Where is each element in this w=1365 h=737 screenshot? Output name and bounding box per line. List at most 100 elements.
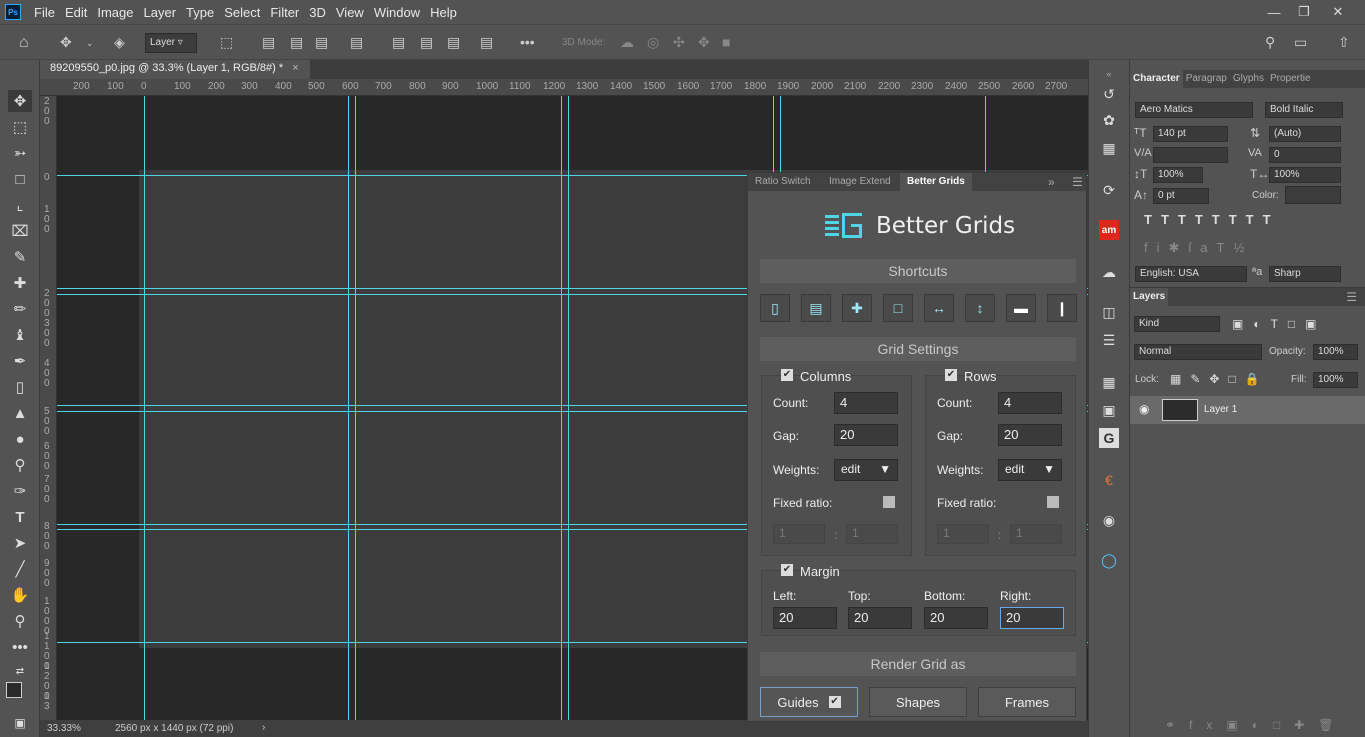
quick-mask-icon[interactable]: ▣ — [8, 712, 32, 734]
menu-filter[interactable]: Filter — [265, 5, 304, 20]
stack-icon[interactable]: ☰ — [1099, 330, 1119, 350]
render-shapes-button[interactable]: Shapes — [869, 687, 967, 717]
frame-icon[interactable]: □ — [883, 294, 913, 322]
guides-checkbox[interactable]: ✔ — [828, 696, 841, 708]
move-tool-icon[interactable]: ✥ — [8, 90, 32, 112]
plugin-e-icon[interactable]: € — [1099, 470, 1119, 490]
history-brush-tool-icon[interactable]: ✒ — [8, 350, 32, 372]
chevron-down-icon[interactable]: ⌄ — [86, 38, 94, 49]
eyedropper-tool-icon[interactable]: ✎ — [8, 246, 32, 268]
refresh-plugin-icon[interactable]: ⟳ — [1099, 180, 1119, 200]
leading-input[interactable]: (Auto) — [1269, 126, 1341, 142]
close-tab-icon[interactable]: × — [292, 62, 298, 74]
ratio-switch-icon[interactable]: ▦ — [1099, 372, 1119, 392]
better-grids-icon[interactable]: G — [1099, 428, 1119, 448]
menu-edit[interactable]: Edit — [60, 5, 92, 20]
opacity-input[interactable]: 100% — [1313, 344, 1358, 360]
plugin-face-icon[interactable]: ◉ — [1099, 510, 1119, 530]
collapse-panel-icon[interactable]: » — [1048, 175, 1055, 189]
kind-filter-select[interactable]: Kind — [1134, 316, 1220, 332]
3d-camera-icon[interactable]: ■ — [722, 34, 730, 50]
quick-select-tool-icon[interactable]: □ — [8, 168, 32, 190]
filter-icons[interactable]: ▣◐T□▣ — [1232, 317, 1327, 331]
split-cross-icon[interactable]: ✚ — [842, 294, 872, 322]
distribute-icon[interactable]: ▤ — [350, 34, 363, 51]
swap-colors-icon[interactable]: ⇄ — [8, 660, 32, 682]
tab-better-grids[interactable]: Better Grids — [900, 173, 972, 191]
panel-menu-icon[interactable]: ☰ — [1346, 290, 1357, 304]
split-vertical-icon[interactable]: ▯ — [760, 294, 790, 322]
rows-gap-input[interactable]: 20 — [998, 424, 1062, 446]
menu-3d[interactable]: 3D — [304, 5, 331, 20]
eye-icon[interactable]: ◉ — [1139, 402, 1149, 416]
layers-comp-icon[interactable]: ◫ — [1099, 302, 1119, 322]
rows-fixed-ratio-checkbox[interactable] — [1047, 496, 1059, 508]
share-icon[interactable]: ⇧ — [1338, 34, 1350, 51]
opentype-buttons[interactable]: fi✱ſaT½ — [1144, 240, 1253, 256]
home-icon[interactable]: ⌂ — [19, 34, 29, 52]
hand-tool-icon[interactable]: ✋ — [8, 584, 32, 606]
tab-layers[interactable]: Layers — [1130, 288, 1169, 306]
collapse-icon[interactable]: « — [1099, 64, 1119, 84]
menu-select[interactable]: Select — [219, 5, 265, 20]
language-select[interactable]: English: USA — [1135, 266, 1247, 282]
tracking-input[interactable]: 0 — [1269, 147, 1341, 163]
image-extend-icon[interactable]: ▣ — [1099, 400, 1119, 420]
marquee-tool-icon[interactable]: ⬚ — [8, 116, 32, 138]
search-icon[interactable]: ⚲ — [1265, 34, 1275, 51]
expand-horizontal-icon[interactable]: ↔ — [924, 294, 954, 322]
rows-checkbox[interactable]: ✔ — [945, 369, 957, 381]
align-bottom-icon[interactable]: ▤ — [447, 34, 460, 51]
restore-icon[interactable]: ❐ — [1287, 0, 1321, 24]
3d-orbit-icon[interactable]: ☁ — [620, 34, 634, 51]
frame-tool-icon[interactable]: ⌧ — [8, 220, 32, 242]
stamp-tool-icon[interactable]: ♝ — [8, 324, 32, 346]
blur-tool-icon[interactable]: ● — [8, 428, 32, 450]
dodge-tool-icon[interactable]: ⚲ — [8, 454, 32, 476]
menu-file[interactable]: File — [29, 5, 60, 20]
guide-vertical[interactable] — [561, 96, 562, 720]
plugin-circle-icon[interactable]: ◯ — [1099, 550, 1119, 570]
render-guides-button[interactable]: Guides ✔ — [760, 687, 858, 717]
tab-glyphs[interactable]: Glyphs — [1230, 70, 1267, 88]
columns-ratio-b-input[interactable]: 1 — [846, 524, 898, 544]
margin-bottom-input[interactable]: 20 — [924, 607, 988, 629]
document-tab[interactable]: 89209550_p0.jpg @ 33.3% (Layer 1, RGB/8#… — [40, 60, 310, 79]
guide-vertical[interactable] — [568, 96, 569, 720]
lock-icons[interactable]: ▦✎✥□🔒 — [1170, 372, 1269, 386]
zoom-tool-icon[interactable]: ⚲ — [8, 610, 32, 632]
more-tools-icon[interactable]: ••• — [8, 636, 32, 658]
fill-input[interactable]: 100% — [1313, 372, 1358, 388]
rows-ratio-a-input[interactable]: 1 — [937, 524, 989, 544]
chevron-right-icon[interactable]: › — [262, 722, 265, 733]
kerning-input[interactable] — [1153, 147, 1228, 163]
plugin-icon[interactable]: ☁ — [1099, 262, 1119, 282]
rows-weights-dropdown[interactable]: edit ▼ — [998, 459, 1062, 481]
pen-tool-icon[interactable]: ✑ — [8, 480, 32, 502]
blend-mode-select[interactable]: Normal — [1134, 344, 1262, 360]
split-horizontal-icon[interactable]: ▤ — [801, 294, 831, 322]
align-middle-icon[interactable]: ▤ — [420, 34, 433, 51]
panel-menu-icon[interactable]: ☰ — [1072, 175, 1083, 189]
margin-right-input[interactable]: 20 — [1000, 607, 1064, 629]
table-icon[interactable]: ▦ — [1099, 138, 1119, 158]
menu-image[interactable]: Image — [92, 5, 138, 20]
paint-bucket-tool-icon[interactable]: ▲ — [8, 402, 32, 424]
eraser-tool-icon[interactable]: ▯ — [8, 376, 32, 398]
transform-controls-icon[interactable]: ⬚ — [220, 34, 233, 51]
crop-tool-icon[interactable]: ⌞ — [8, 194, 32, 216]
rows-count-input[interactable]: 4 — [998, 392, 1062, 414]
guide-vertical[interactable] — [355, 96, 356, 720]
healing-tool-icon[interactable]: ✚ — [8, 272, 32, 294]
margin-left-input[interactable]: 20 — [773, 607, 837, 629]
tab-ratio-switch[interactable]: Ratio Switch — [748, 173, 818, 191]
guide-vertical[interactable] — [144, 96, 145, 720]
align-center-icon[interactable]: ▤ — [290, 34, 303, 51]
tab-image-extend[interactable]: Image Extend — [822, 173, 898, 191]
move-tool-icon[interactable]: ✥ — [60, 34, 72, 51]
columns-ratio-a-input[interactable]: 1 — [773, 524, 825, 544]
auto-select-icon[interactable]: ◈ — [114, 34, 125, 51]
columns-count-input[interactable]: 4 — [834, 392, 898, 414]
align-top-icon[interactable]: ▤ — [392, 34, 405, 51]
more-icon[interactable]: ••• — [520, 34, 535, 50]
